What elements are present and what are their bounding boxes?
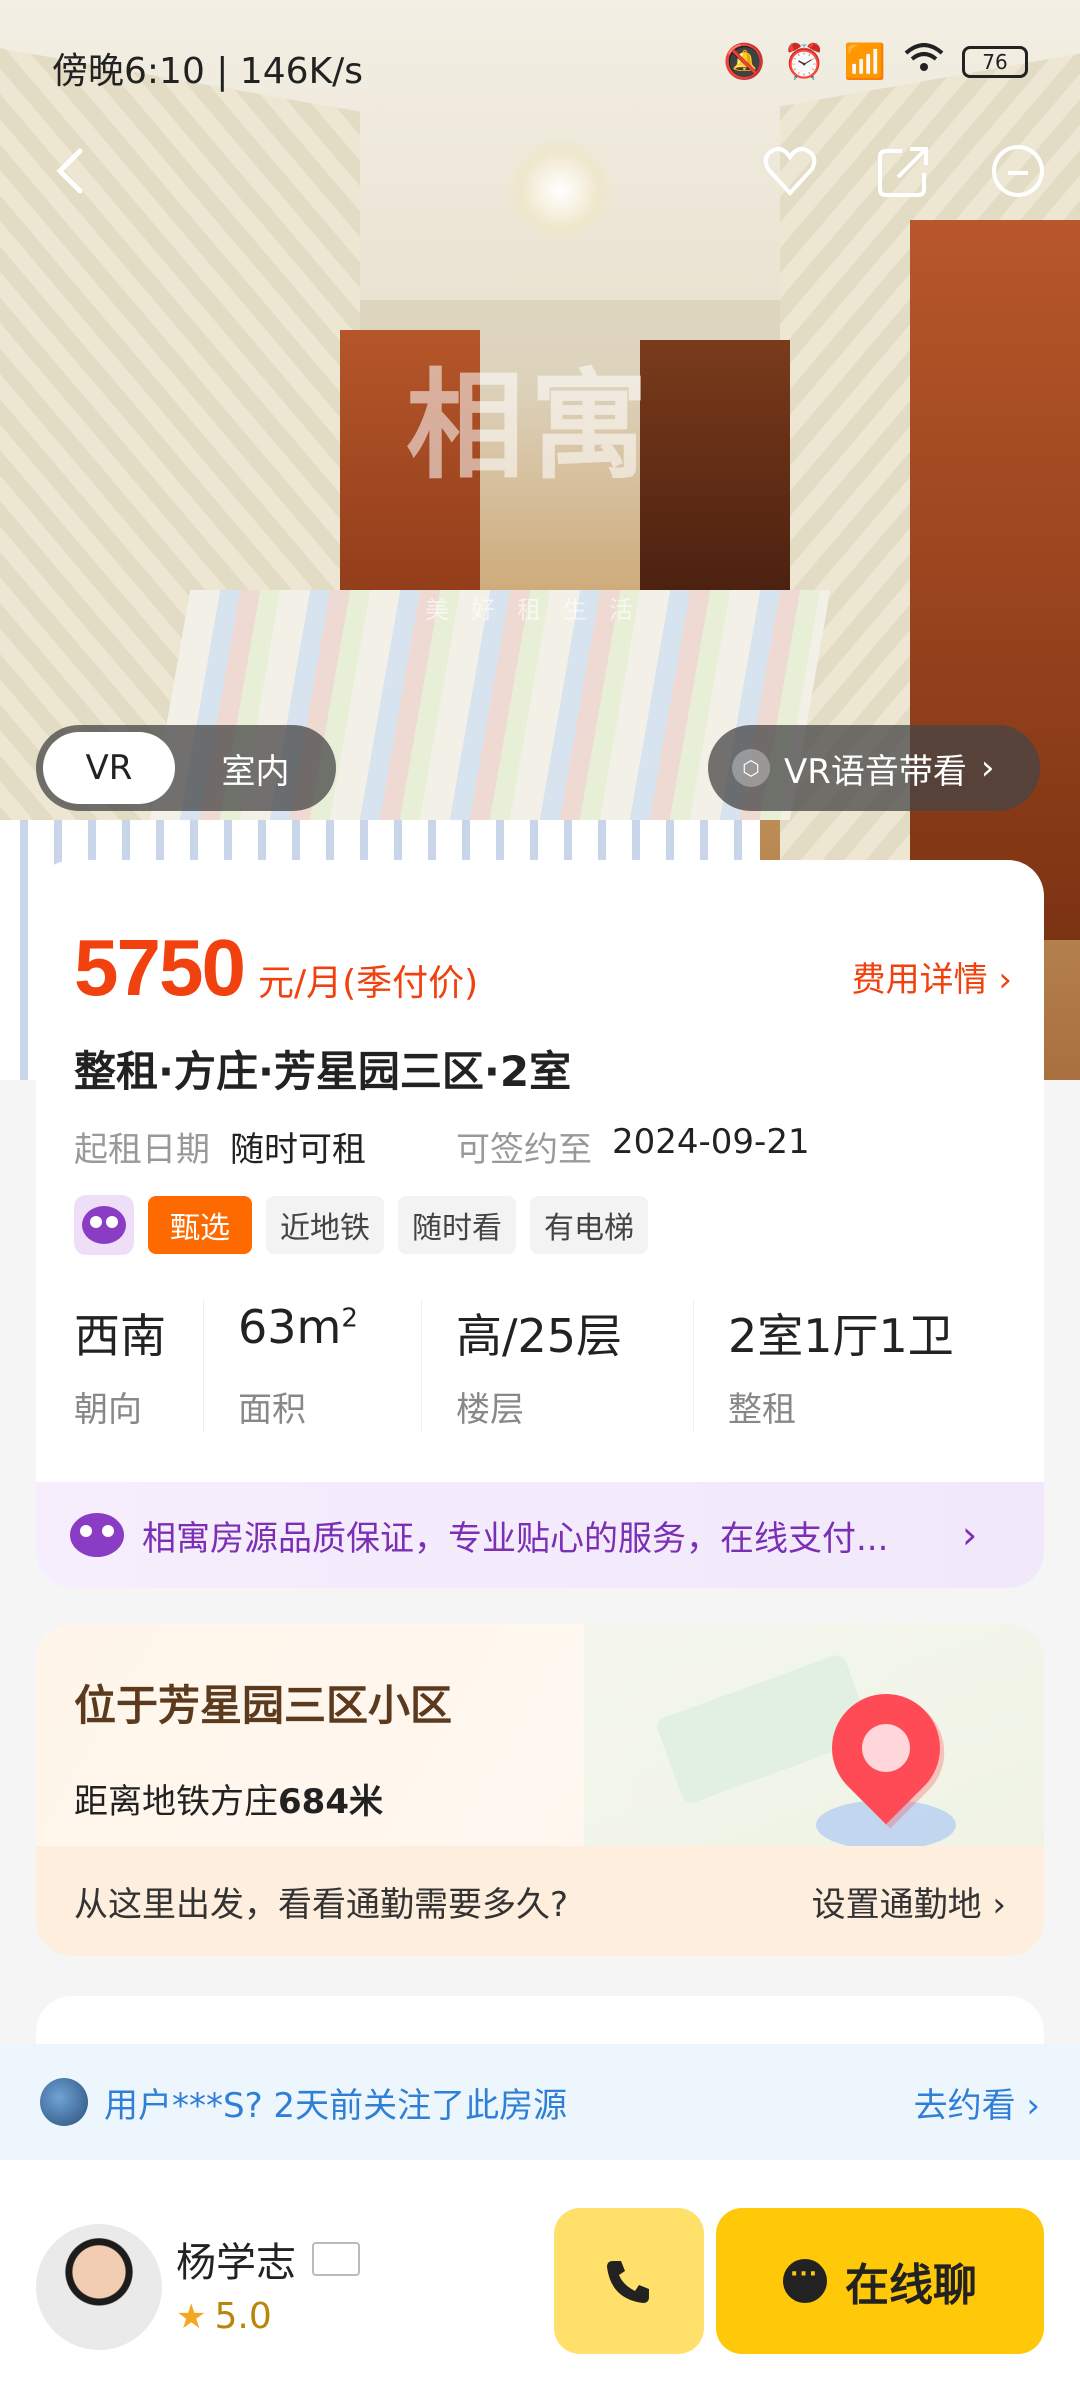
metro-distance: 距离地铁方庄684米 <box>74 1782 383 1822</box>
share-icon <box>878 147 928 197</box>
listing-card: 5750 元/月(季付价) 费用详情 › 整租·方庄·芳星园三区·2室 起租日期… <box>36 860 1044 1588</box>
agent-avatar[interactable] <box>36 2224 162 2350</box>
star-icon: ★ <box>176 2296 207 2337</box>
photo-cabinet <box>910 220 1080 940</box>
user-avatar <box>40 2078 88 2126</box>
phone-icon <box>607 2261 649 2303</box>
tag-selected: 甄选 <box>148 1196 252 1254</box>
fee-details-link[interactable]: 费用详情 › <box>852 952 1012 1001</box>
price-block: 5750 元/月(季付价) <box>74 922 478 1014</box>
media-toggle[interactable]: VR 室内 <box>36 725 336 811</box>
chevron-right-icon: › <box>962 1513 978 1557</box>
watermark-tagline: 美好租生活 <box>425 596 655 624</box>
alarm-icon: ⏰ <box>783 42 826 82</box>
sign-until-value: 2024-09-21 <box>612 1122 810 1162</box>
spec-orientation: 西南 朝向 <box>74 1300 204 1431</box>
mute-icon: 🔕 <box>722 42 766 82</box>
book-viewing-link[interactable]: 去约看 › <box>914 2078 1040 2127</box>
battery-icon: 76 <box>962 46 1028 78</box>
cube-icon: ⬡ <box>732 749 770 787</box>
commute-prompt: 从这里出发，看看通勤需要多久? <box>74 1884 569 1925</box>
id-card-icon <box>312 2242 360 2276</box>
chat-label: 在线聊 <box>845 2260 977 2311</box>
message-button[interactable] <box>982 135 1054 207</box>
owl-mascot-icon <box>74 1195 134 1255</box>
price-unit: 元/月(季付价) <box>257 963 479 1004</box>
status-bar: 傍晚6:10 | 146K/s 🔕 ⏰ 📶 76 <box>0 0 1080 125</box>
back-arrow-icon <box>56 148 83 194</box>
online-chat-button[interactable]: 在线聊 <box>716 2208 1044 2354</box>
listing-title: 整租·方庄·芳星园三区·2室 <box>74 1047 572 1096</box>
vr-guide-label: VR语音带看 <box>784 751 967 792</box>
quality-guarantee-banner[interactable]: 相寓房源品质保证，专业贴心的服务，在线支付... › <box>36 1482 1044 1588</box>
call-button[interactable] <box>554 2208 704 2354</box>
spec-layout: 2室1厅1卫 整租 <box>728 1309 954 1430</box>
tag-near-metro: 近地铁 <box>266 1196 384 1254</box>
tag-list: 甄选 近地铁 随时看 有电梯 <box>74 1195 648 1255</box>
signal-icon: 📶 <box>843 42 886 82</box>
share-button[interactable] <box>868 135 940 207</box>
follow-banner[interactable]: 用户***S? 2天前关注了此房源 去约看 › <box>0 2044 1080 2160</box>
tag-view-anytime: 随时看 <box>398 1196 516 1254</box>
spec-row: 西南 朝向 63m2 面积 高/25层 楼层 2室1厅1卫 整租 <box>74 1300 1014 1431</box>
location-card[interactable]: 位于芳星园三区小区 距离地铁方庄684米 从这里出发，看看通勤需要多久? 设置通… <box>36 1624 1044 1956</box>
lease-dates: 起租日期 随时可租 可签约至 2024-09-21 <box>74 1122 810 1171</box>
status-icons: 🔕 ⏰ 📶 76 <box>723 42 1028 82</box>
back-button[interactable] <box>36 135 108 207</box>
start-date-label: 起租日期 <box>74 1130 210 1170</box>
tab-indoor[interactable]: 室内 <box>175 744 336 793</box>
tab-vr[interactable]: VR <box>43 732 175 804</box>
sign-until-label: 可签约至 <box>456 1130 592 1170</box>
chat-bubble-icon <box>783 2259 827 2303</box>
start-date-value: 随时可租 <box>230 1130 366 1170</box>
spec-floor: 高/25层 楼层 <box>422 1300 694 1431</box>
agent-rating: ★ 5.0 <box>176 2296 272 2337</box>
favorite-button[interactable] <box>754 135 826 207</box>
rating-value: 5.0 <box>214 2296 272 2337</box>
community-name: 位于芳星园三区小区 <box>74 1681 453 1730</box>
message-icon <box>992 145 1044 197</box>
wifi-icon <box>904 42 944 82</box>
agent-name: 杨学志 <box>176 2240 296 2286</box>
guarantee-text: 相寓房源品质保证，专业贴心的服务，在线支付... <box>142 1518 889 1559</box>
map-thumbnail <box>584 1624 1044 1854</box>
follow-message: 用户***S? 2天前关注了此房源 <box>104 2085 568 2126</box>
spec-area: 63m2 面积 <box>204 1300 422 1431</box>
status-time: 傍晚6:10 | 146K/s <box>52 51 364 92</box>
vr-guide-button[interactable]: ⬡ VR语音带看 › <box>708 725 1040 811</box>
commute-row[interactable]: 从这里出发，看看通勤需要多久? 设置通勤地 › <box>36 1846 1044 1956</box>
agent-name-row[interactable]: 杨学志 <box>176 2230 360 2288</box>
watermark-logo: 相寓 <box>405 357 654 495</box>
owl-mascot-icon <box>70 1513 124 1557</box>
bottom-action-bar: 杨学志 ★ 5.0 在线聊 <box>0 2160 1080 2400</box>
heart-icon <box>763 147 817 196</box>
photo-ceiling-light <box>500 140 620 240</box>
set-commute-link[interactable]: 设置通勤地 › <box>812 1877 1006 1926</box>
price-value: 5750 <box>74 923 246 1012</box>
chevron-right-icon: › <box>980 748 995 788</box>
tag-elevator: 有电梯 <box>530 1196 648 1254</box>
